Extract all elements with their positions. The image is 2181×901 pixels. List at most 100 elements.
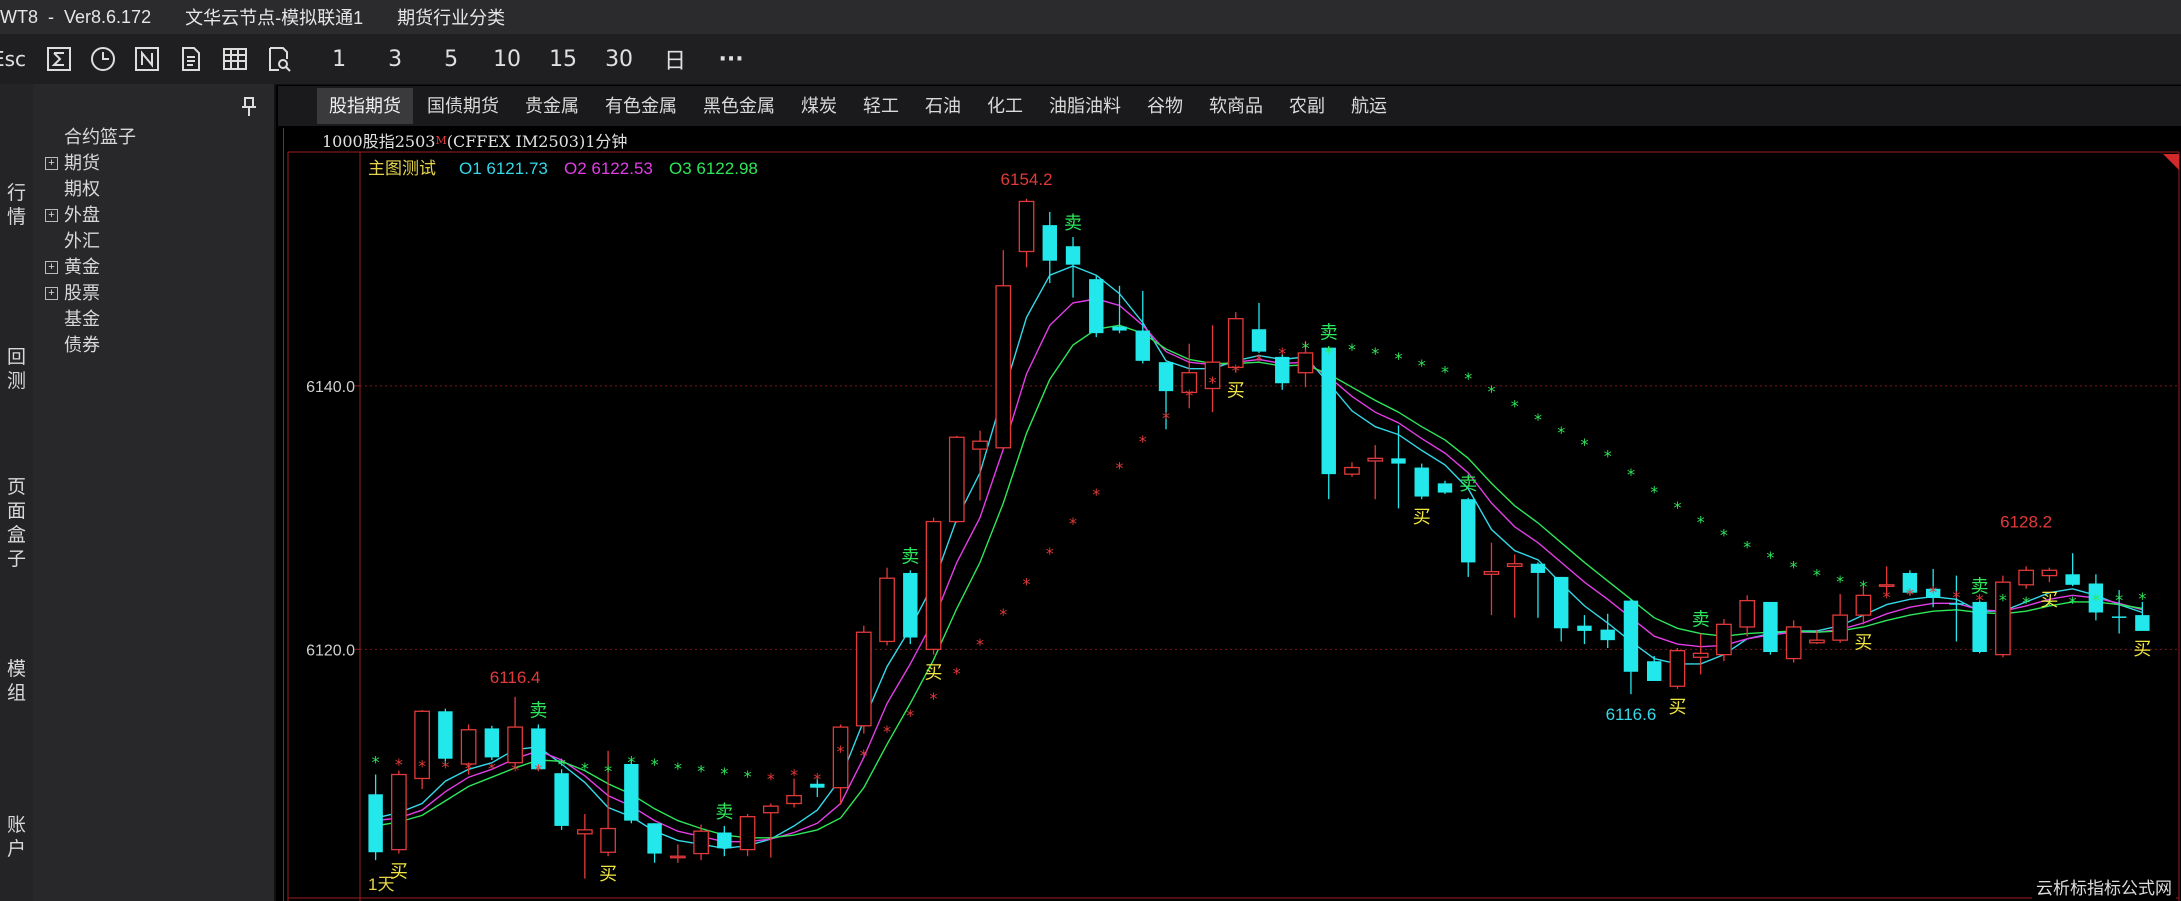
buy-signal: 买 [2133,639,2151,660]
nav-backtest[interactable]: 回 测 [0,346,33,394]
sar-dot: * [697,762,705,781]
candle-body-up [739,816,756,851]
sar-dot: * [2022,593,2030,612]
period-15min-button[interactable]: 15 [540,42,586,76]
candle-body-down [368,794,383,853]
corner-marker-icon [2163,154,2179,170]
candle-body-up [1367,457,1384,462]
expand-plus-icon[interactable]: + [45,260,58,274]
period-10min-button[interactable]: 10 [484,42,530,76]
candlestick-chart[interactable]: 6140.0 6120.0 主图测试 O1 6121.73 O2 6122.53 O3 6… [284,128,2181,901]
nav-modules[interactable]: 模 组 [0,658,33,706]
tree-item-gold[interactable]: + 黄金 [45,254,136,280]
period-5min-button[interactable]: 5 [428,42,474,76]
candle-body-up [507,726,523,764]
sar-dot: * [790,766,798,785]
tab-oil[interactable]: 石油 [913,88,973,124]
sar-dot: * [1232,361,1240,380]
period-day-button[interactable]: 日 [652,42,698,76]
sar-dot: * [1023,574,1031,593]
candle-body-up [1832,614,1849,641]
candle-body-down [2135,615,2150,631]
tab-ferrous-metals[interactable]: 黑色金属 [691,88,787,124]
tab-grains[interactable]: 谷物 [1135,88,1195,124]
notebook-n-icon[interactable] [130,42,164,76]
sar-dot: * [1487,382,1495,401]
period-1min-button[interactable]: 1 [316,42,362,76]
tab-index-futures[interactable]: 股指期货 [317,88,413,124]
sell-signal: 卖 [901,546,919,567]
sar-dot: * [511,760,519,779]
candle-body-up [576,829,593,835]
search-doc-icon[interactable] [262,42,296,76]
tree-item-bonds[interactable]: 债券 [45,332,136,358]
candle-body-up [1692,652,1709,658]
expand-plus-icon[interactable]: + [45,208,58,222]
sar-dot: * [976,635,984,654]
candle-body-up [1855,594,1872,616]
nav-account[interactable]: 账 户 [0,814,33,862]
sigma-icon[interactable] [42,42,76,76]
tree-item-forex[interactable]: 外汇 [45,228,136,254]
nav-quotes-label: 行 情 [6,183,26,228]
sell-signal: 卖 [1064,213,1082,234]
document-icon[interactable] [174,42,208,76]
tree-label: 股票 [64,283,100,303]
sell-signal: 卖 [529,700,547,721]
expand-plus-icon[interactable]: + [45,156,58,170]
period-30min-button[interactable]: 30 [596,42,642,76]
buy-signal: 买 [2040,590,2058,611]
nav-page-box[interactable]: 页 面 盒 子 [0,476,33,572]
sar-dot: * [1069,514,1077,533]
tree-item-funds[interactable]: 基金 [45,306,136,332]
tree-item-basket[interactable]: 合约篮子 [45,124,136,150]
tab-treasury-futures[interactable]: 国债期货 [415,88,511,124]
candle-body-down [1089,279,1104,334]
period-3min-button[interactable]: 3 [372,42,418,76]
buy-signal: 买 [1854,632,1872,653]
tree-item-options[interactable]: 期权 [45,176,136,202]
candle-body-up [1669,650,1686,687]
tree-item-foreign[interactable]: + 外盘 [45,202,136,228]
tree-item-futures[interactable]: + 期货 [45,150,136,176]
app-version: Ver8.6.172 [64,6,152,27]
esc-button[interactable]: Esc [0,42,32,76]
sell-signal: 卖 [715,802,733,823]
more-button[interactable]: ··· [708,42,754,76]
candle-body-down [1065,246,1081,265]
tree-label: 黄金 [64,257,100,277]
tab-coal[interactable]: 煤炭 [789,88,849,124]
tab-chemicals[interactable]: 化工 [975,88,1035,124]
sar-dot: * [1209,373,1217,392]
nav-quotes[interactable]: 行 情 [0,182,33,230]
pin-icon[interactable] [239,96,259,118]
sar-dot: * [1139,432,1147,451]
sar-dot: * [1790,557,1798,576]
candle-body-down [1437,483,1453,493]
tab-shipping[interactable]: 航运 [1339,88,1399,124]
tree-item-stocks[interactable]: + 股票 [45,280,136,306]
candle-body-down [1763,601,1778,652]
sar-dot: * [604,762,612,781]
tab-agri-byproducts[interactable]: 农副 [1277,88,1337,124]
tab-oilseeds[interactable]: 油脂油料 [1037,88,1133,124]
candle-body-down [484,728,500,758]
tab-softs[interactable]: 软商品 [1197,88,1275,124]
sar-dot: * [1394,349,1402,368]
sar-dot: * [1952,588,1960,607]
table-icon[interactable] [218,42,252,76]
tree-label: 外盘 [64,205,100,225]
tree-label: 合约篮子 [64,127,136,147]
nav-modules-label: 模 组 [6,659,26,704]
tree-label: 期货 [64,153,100,173]
clock-icon[interactable] [86,42,120,76]
chart-panel[interactable]: 1000股指2503 M (CFFEX IM2503)1分钟 6140.0 6120… [283,128,2181,901]
tree-label: 期权 [64,179,100,199]
candle-body-up [1716,623,1732,656]
expand-plus-icon[interactable]: + [45,286,58,300]
tab-light-industry[interactable]: 轻工 [851,88,911,124]
tab-nonferrous-metals[interactable]: 有色金属 [593,88,689,124]
tab-precious-metals[interactable]: 贵金属 [513,88,591,124]
sar-dot: * [1255,351,1263,370]
candle-body-down [1530,563,1546,573]
